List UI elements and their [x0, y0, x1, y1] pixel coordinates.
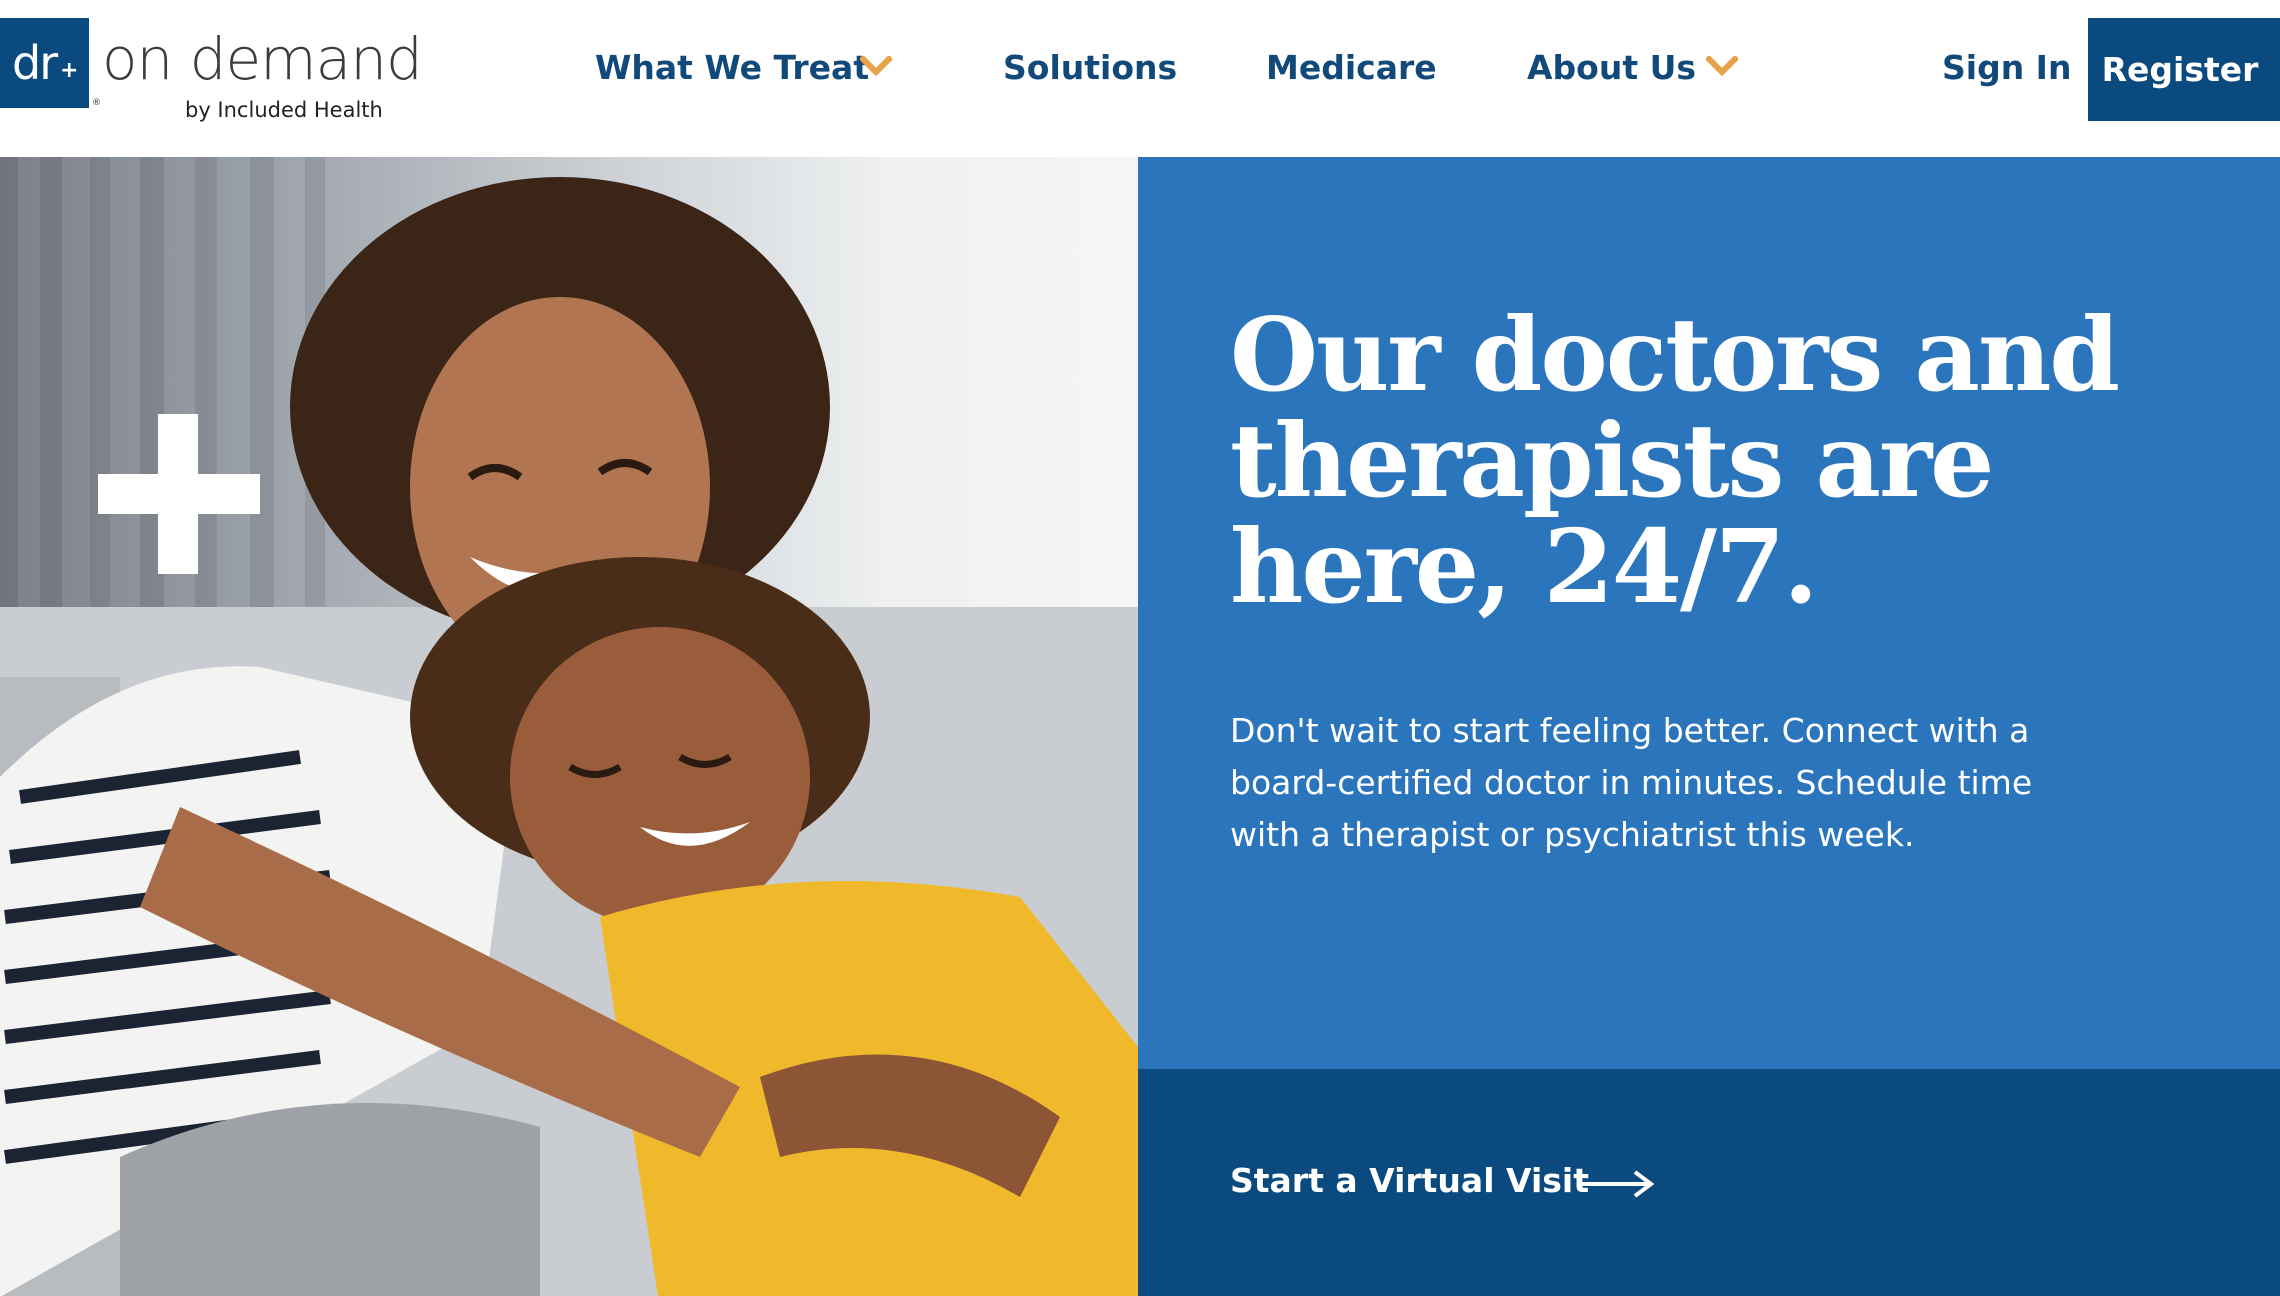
logo-wordmark[interactable]: on demand — [102, 30, 423, 88]
chevron-down-icon[interactable] — [1706, 56, 1738, 76]
nav-what-we-treat[interactable]: What We Treat — [595, 48, 869, 87]
nav-about-us[interactable]: About Us — [1527, 48, 1696, 87]
site-header: dr + ® on demand by Included Health What… — [0, 0, 2280, 157]
start-virtual-visit-bar[interactable]: Start a Virtual Visit — [1138, 1069, 2280, 1296]
start-virtual-visit-link[interactable]: Start a Virtual Visit — [1230, 1161, 1589, 1200]
hero-photo — [0, 157, 1138, 1296]
logo-mark[interactable]: dr + — [0, 18, 89, 108]
chevron-down-icon[interactable] — [860, 56, 892, 76]
plus-cross-icon — [98, 414, 260, 574]
logo-mark-text: dr — [12, 36, 58, 90]
hero-photo-illustration — [0, 157, 1138, 1296]
hero-headline: Our doctors and therapists are here, 24/… — [1230, 295, 2120, 626]
arrow-right-icon[interactable] — [1575, 1169, 1655, 1199]
register-button-label: Register — [2101, 50, 2259, 89]
registered-mark: ® — [92, 98, 101, 108]
logo-tagline: by Included Health — [185, 98, 383, 122]
register-button[interactable]: Register — [2088, 18, 2280, 121]
hero-subtext: Don't wait to start feeling better. Conn… — [1230, 711, 2033, 854]
logo-plus-icon: + — [60, 58, 79, 83]
nav-medicare[interactable]: Medicare — [1266, 48, 1437, 87]
sign-in-link[interactable]: Sign In — [1942, 48, 2071, 87]
hero-panel: Our doctors and therapists are here, 24/… — [1138, 157, 2280, 1069]
nav-solutions[interactable]: Solutions — [1003, 48, 1177, 87]
